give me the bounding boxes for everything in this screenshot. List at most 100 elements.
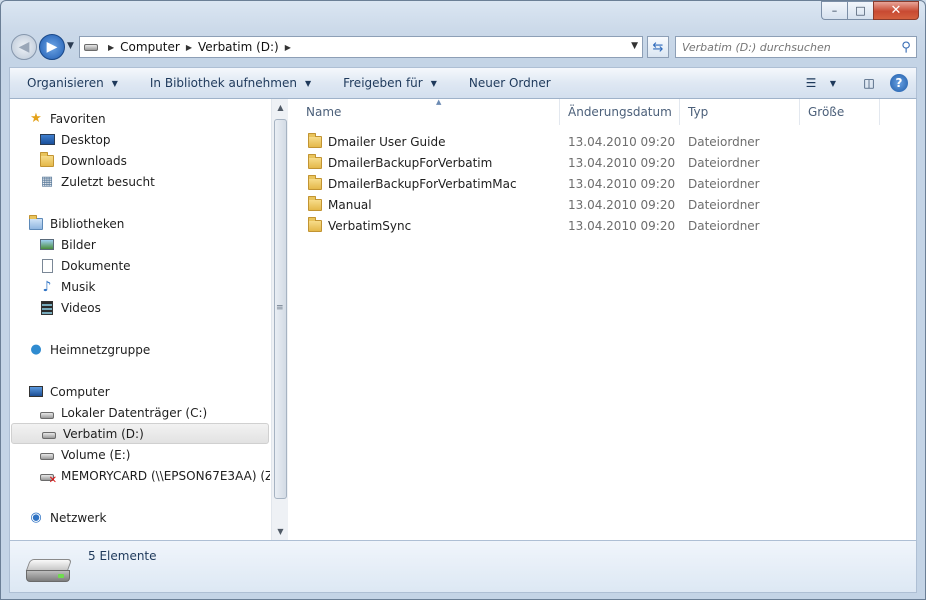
search-input[interactable] bbox=[676, 40, 896, 54]
nav-network[interactable]: ◉ Netzwerk bbox=[10, 507, 106, 528]
file-row[interactable]: DmailerBackupForVerbatimMac 13.04.2010 0… bbox=[288, 173, 916, 194]
address-bar[interactable]: ▶ Computer ▶ Verbatim (D:) ▶ ▼ bbox=[79, 36, 643, 58]
recent-pages-dropdown[interactable]: ▼ bbox=[67, 41, 74, 51]
new-folder-label: Neuer Ordner bbox=[468, 76, 551, 90]
nav-item-desktop[interactable]: Desktop bbox=[10, 129, 111, 150]
column-type[interactable]: Typ bbox=[680, 99, 800, 125]
sort-ascending-icon: ▲ bbox=[436, 98, 442, 106]
arrow-right-icon: ▶ bbox=[46, 39, 58, 55]
nav-libraries[interactable]: Bibliotheken bbox=[10, 213, 124, 234]
drive-icon bbox=[39, 447, 55, 463]
dropdown-arrow-icon: ▼ bbox=[430, 78, 437, 88]
file-row[interactable]: Dmailer User Guide 13.04.2010 09:20 Date… bbox=[288, 131, 916, 152]
breadcrumb-computer[interactable]: Computer bbox=[120, 40, 180, 54]
nav-item-local-disk-c[interactable]: Lokaler Datenträger (C:) bbox=[10, 402, 207, 423]
nav-item-downloads[interactable]: Downloads bbox=[10, 150, 127, 171]
scroll-down-arrow-icon[interactable]: ▼ bbox=[272, 523, 289, 540]
navpane-scrollbar[interactable]: ▲ ≡ ▼ bbox=[271, 99, 288, 540]
nav-favorites[interactable]: ★ Favoriten bbox=[10, 108, 105, 129]
file-date: 13.04.2010 09:20 bbox=[568, 176, 676, 191]
homegroup-icon: ● bbox=[30, 342, 42, 357]
file-row[interactable]: Manual 13.04.2010 09:20 Dateiordner bbox=[288, 194, 916, 215]
share-label: Freigeben für bbox=[343, 76, 423, 90]
minimize-button[interactable]: – bbox=[821, 1, 847, 20]
breadcrumb-chevron-icon[interactable]: ▶ bbox=[186, 43, 192, 52]
view-dropdown[interactable]: ▼ bbox=[826, 79, 840, 88]
file-type: Dateiordner bbox=[688, 155, 760, 170]
folder-icon bbox=[308, 153, 322, 169]
forward-button[interactable]: ▶ bbox=[39, 34, 65, 60]
search-box[interactable]: ⚲ bbox=[675, 36, 917, 58]
file-type: Dateiordner bbox=[688, 218, 760, 233]
downloads-folder-icon bbox=[39, 151, 55, 169]
help-button[interactable]: ? bbox=[890, 74, 908, 92]
back-button[interactable]: ◀ bbox=[11, 34, 37, 60]
network-icon: ◉ bbox=[30, 510, 42, 525]
nav-item-memorycard-z[interactable]: ✕ MEMORYCARD (\\EPSON67E3AA) (Z:) bbox=[10, 465, 270, 486]
windows-drive-icon bbox=[39, 405, 55, 421]
library-icon bbox=[28, 214, 44, 232]
nav-item-documents[interactable]: Dokumente bbox=[10, 255, 131, 276]
file-name: Dmailer User Guide bbox=[328, 134, 446, 149]
file-date: 13.04.2010 09:20 bbox=[568, 197, 676, 212]
organize-menu[interactable]: Organisieren ▼ bbox=[10, 68, 133, 98]
scroll-up-arrow-icon[interactable]: ▲ bbox=[272, 99, 289, 116]
column-headers: Name ▲ Änderungsdatum Typ Größe bbox=[288, 98, 916, 125]
file-date: 13.04.2010 09:20 bbox=[568, 155, 676, 170]
file-type: Dateiordner bbox=[688, 134, 760, 149]
nav-item-verbatim-d[interactable]: Verbatim (D:) bbox=[11, 423, 269, 444]
caption-buttons: – □ ✕ bbox=[821, 1, 919, 20]
drive-icon bbox=[84, 43, 102, 51]
column-date[interactable]: Änderungsdatum bbox=[560, 99, 680, 125]
pictures-icon bbox=[39, 237, 55, 253]
organize-label: Organisieren bbox=[27, 76, 104, 90]
recent-places-icon: ▦ bbox=[40, 174, 54, 189]
file-row[interactable]: VerbatimSync 13.04.2010 09:20 Dateiordne… bbox=[288, 215, 916, 236]
nav-item-volume-e[interactable]: Volume (E:) bbox=[10, 444, 130, 465]
file-row[interactable]: DmailerBackupForVerbatim 13.04.2010 09:2… bbox=[288, 152, 916, 173]
file-name: VerbatimSync bbox=[328, 218, 412, 233]
drive-icon bbox=[41, 426, 57, 442]
nav-computer[interactable]: Computer bbox=[10, 381, 110, 402]
view-options-button[interactable]: ☰ bbox=[796, 76, 826, 90]
nav-homegroup[interactable]: ● Heimnetzgruppe bbox=[10, 339, 150, 360]
folder-icon bbox=[308, 216, 322, 232]
share-with-menu[interactable]: Freigeben für ▼ bbox=[326, 68, 452, 98]
details-view-icon: ☰ bbox=[805, 76, 817, 90]
refresh-button[interactable]: ⇆ bbox=[647, 36, 669, 58]
new-folder-button[interactable]: Neuer Ordner bbox=[452, 68, 566, 98]
arrow-left-icon: ◀ bbox=[18, 39, 30, 55]
file-date: 13.04.2010 09:20 bbox=[568, 218, 676, 233]
nav-item-videos[interactable]: Videos bbox=[10, 297, 101, 318]
main-area: ★ Favoriten Desktop Downloads ▦ Zuletzt … bbox=[9, 98, 917, 540]
file-date: 13.04.2010 09:20 bbox=[568, 134, 676, 149]
column-name[interactable]: Name ▲ bbox=[298, 98, 560, 125]
scrollbar-grip-icon: ≡ bbox=[276, 303, 284, 313]
nav-item-pictures[interactable]: Bilder bbox=[10, 234, 96, 255]
star-icon: ★ bbox=[30, 111, 42, 126]
folder-icon bbox=[308, 132, 322, 148]
refresh-icon: ⇆ bbox=[652, 39, 664, 55]
breadcrumb-chevron-icon[interactable]: ▶ bbox=[108, 43, 114, 52]
column-size[interactable]: Größe bbox=[800, 99, 880, 125]
preview-pane-button[interactable]: ◫ bbox=[854, 76, 884, 90]
dropdown-arrow-icon: ▼ bbox=[111, 78, 118, 88]
view-controls: ☰ ▼ ◫ ? bbox=[796, 68, 916, 98]
command-bar: Organisieren ▼ In Bibliothek aufnehmen ▼… bbox=[9, 67, 917, 99]
desktop-icon bbox=[39, 132, 55, 148]
details-pane: 5 Elemente bbox=[9, 540, 917, 593]
folder-icon bbox=[308, 195, 322, 211]
file-list: Name ▲ Änderungsdatum Typ Größe Dmailer … bbox=[288, 98, 916, 540]
include-in-library-menu[interactable]: In Bibliothek aufnehmen ▼ bbox=[133, 68, 326, 98]
address-history-dropdown[interactable]: ▼ bbox=[631, 41, 638, 51]
nav-item-music[interactable]: ♪ Musik bbox=[10, 276, 96, 297]
nav-item-recent[interactable]: ▦ Zuletzt besucht bbox=[10, 171, 155, 192]
maximize-button[interactable]: □ bbox=[847, 1, 873, 20]
close-button[interactable]: ✕ bbox=[873, 1, 919, 20]
breadcrumb-current-drive[interactable]: Verbatim (D:) bbox=[198, 40, 279, 54]
file-name: DmailerBackupForVerbatimMac bbox=[328, 176, 517, 191]
disconnected-network-drive-icon: ✕ bbox=[39, 468, 57, 486]
search-icon[interactable]: ⚲ bbox=[896, 40, 916, 55]
documents-icon bbox=[39, 258, 55, 274]
breadcrumb-chevron-icon[interactable]: ▶ bbox=[285, 43, 291, 52]
